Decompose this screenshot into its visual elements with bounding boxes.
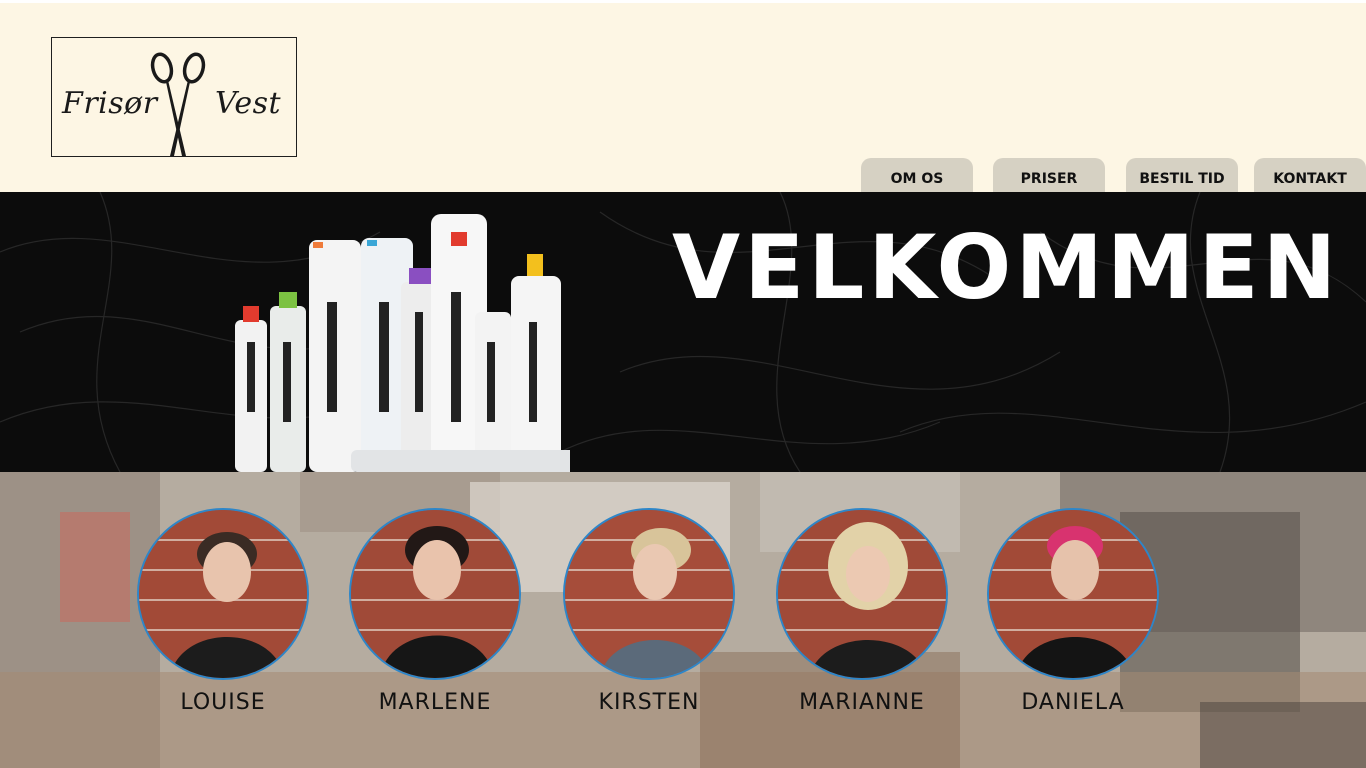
main-nav: OM OS PRISER BESTIL TID KONTAKT (0, 0, 1366, 192)
staff-member-marlene[interactable]: MARLENE (335, 508, 535, 715)
staff-name-marlene: MARLENE (378, 690, 492, 715)
portrait-marianne (776, 508, 948, 680)
staff-name-louise: LOUISE (180, 690, 266, 715)
portrait-kirsten (563, 508, 735, 680)
nav-tab-kontakt[interactable]: KONTAKT (1254, 158, 1366, 192)
staff-name-marianne: MARIANNE (799, 690, 925, 715)
staff-member-daniela[interactable]: DANIELA (973, 508, 1173, 715)
staff-name-kirsten: KIRSTEN (598, 690, 700, 715)
staff-name-daniela: DANIELA (1021, 690, 1125, 715)
portrait-daniela (987, 508, 1159, 680)
site-header: Frisør Vest OM OS PRISER BESTIL TID KONT… (0, 0, 1366, 192)
staff-member-marianne[interactable]: MARIANNE (762, 508, 962, 715)
staff-member-kirsten[interactable]: KIRSTEN (549, 508, 749, 715)
staff-member-louise[interactable]: LOUISE (123, 508, 323, 715)
nav-tab-om-os[interactable]: OM OS (861, 158, 973, 192)
hero-title: VELKOMMEN (672, 216, 1341, 319)
nav-tab-priser[interactable]: PRISER (993, 158, 1105, 192)
portrait-marlene (349, 508, 521, 680)
product-bottles-image (235, 214, 570, 472)
hero-banner: VELKOMMEN (0, 192, 1366, 472)
staff-section: LOUISE MARLENE KIRSTEN MARIANNE DANIELA (0, 472, 1366, 768)
portrait-louise (137, 508, 309, 680)
nav-tab-bestil-tid[interactable]: BESTIL TID (1126, 158, 1238, 192)
